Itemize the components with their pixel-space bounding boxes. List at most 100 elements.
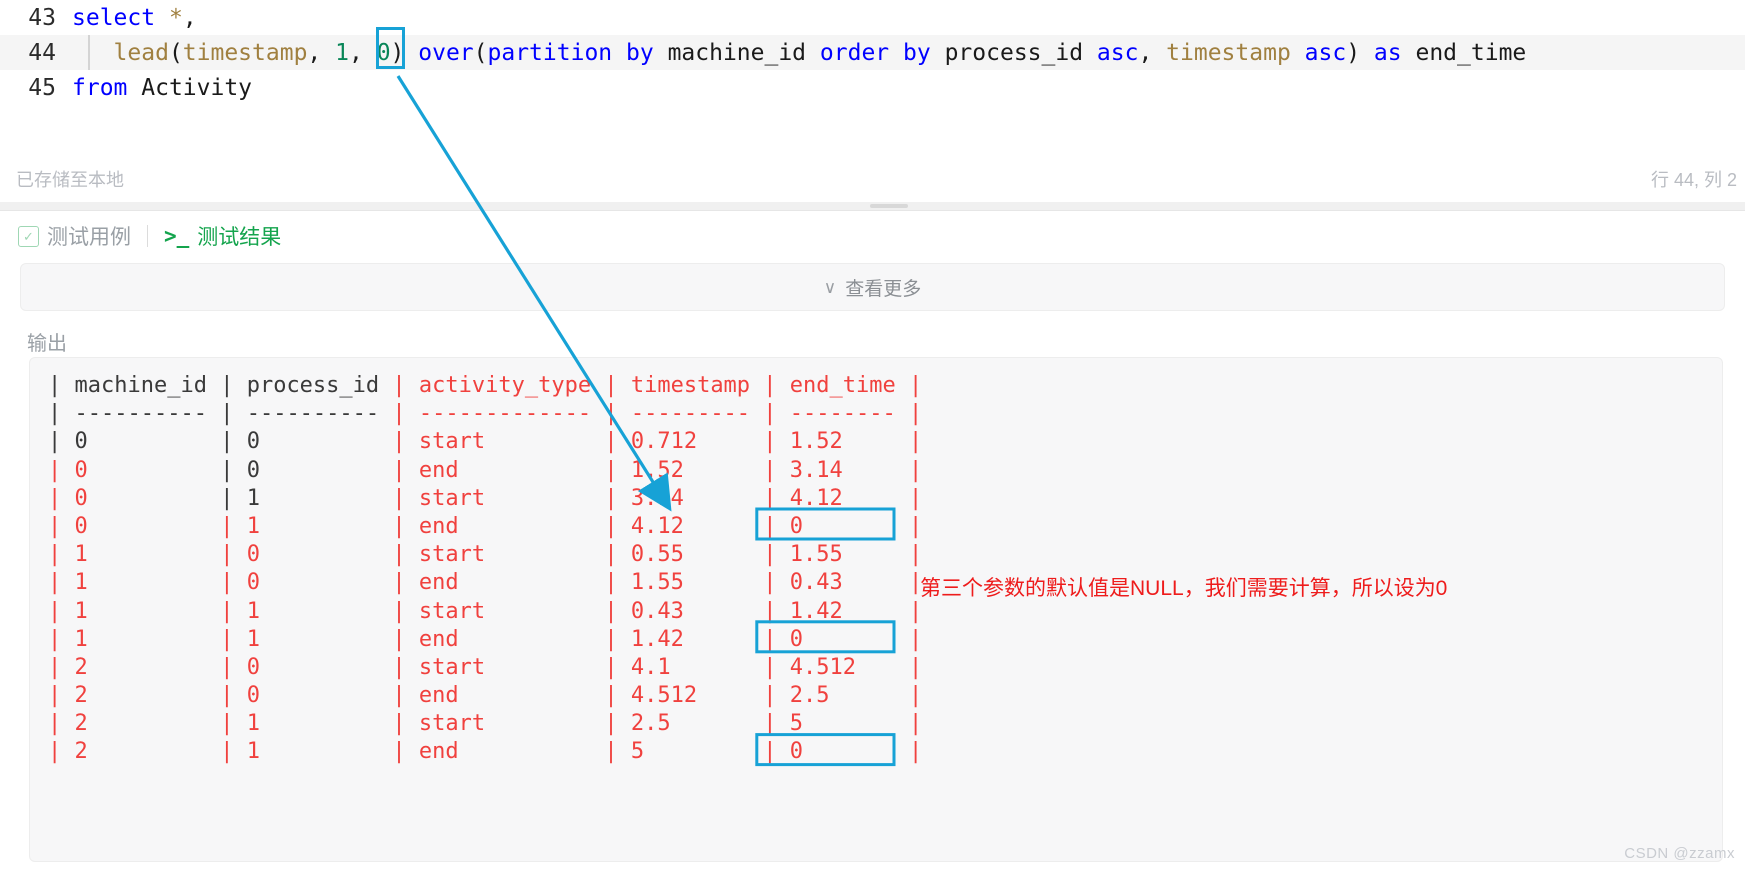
table-cell: 1.55 xyxy=(630,570,764,596)
table-cell: 2.5 xyxy=(789,683,910,709)
table-cell: 0 xyxy=(789,626,910,652)
tab-test-cases[interactable]: ✓ 测试用例 xyxy=(18,221,131,251)
table-separator-row: | ---------- | ---------- | ------------… xyxy=(48,400,922,428)
table-cell: 0 xyxy=(246,570,393,596)
code-token: partition xyxy=(487,39,613,66)
table-cell-separator: | xyxy=(909,626,923,652)
table-row: | 1 | 0 | start | 0.55 | 1.55 | xyxy=(48,541,922,569)
table-cell-separator: | xyxy=(48,626,75,652)
code-token: as xyxy=(1373,39,1402,66)
caret-position-text: 行 44, 列 2 xyxy=(1650,170,1737,190)
table-cell-separator: | xyxy=(604,626,631,652)
table-cell-separator: | xyxy=(763,626,790,652)
code-token: timestamp xyxy=(1166,39,1291,66)
table-cell: end xyxy=(418,683,605,709)
table-cell: ---------- xyxy=(74,401,221,427)
table-row: | 2 | 1 | start | 2.5 | 5 | xyxy=(48,710,922,738)
table-row: | 0 | 1 | end | 4.12 | 0 | xyxy=(48,513,922,541)
table-cell: 4.12 xyxy=(630,513,764,539)
table-cell: end_time xyxy=(789,373,910,398)
table-cell: 2 xyxy=(74,654,221,680)
table-cell-separator: | xyxy=(604,711,631,737)
output-ascii-table: | machine_id | process_id | activity_typ… xyxy=(48,372,922,767)
table-cell-separator: | xyxy=(909,457,923,483)
checkbox-icon: ✓ xyxy=(18,225,39,247)
table-cell-separator: | xyxy=(909,513,923,539)
table-cell-separator: | xyxy=(392,513,419,539)
code-token: process_id xyxy=(944,39,1084,66)
table-cell: 1 xyxy=(74,598,221,624)
table-cell-separator: | xyxy=(604,485,631,511)
table-cell-separator: | xyxy=(392,711,419,737)
table-cell-separator: | xyxy=(763,711,790,737)
code-token: , xyxy=(348,39,377,66)
tab-test-results[interactable]: >_ 测试结果 xyxy=(164,221,281,251)
table-cell-separator: | xyxy=(220,513,247,539)
table-cell-separator: | xyxy=(763,598,790,624)
table-cell: 2.5 xyxy=(630,711,764,737)
table-cell: 0.43 xyxy=(789,570,910,596)
code-token: ( xyxy=(473,39,488,66)
table-cell: 4.512 xyxy=(789,654,910,680)
table-cell-separator: | xyxy=(604,683,631,709)
code-line-43[interactable]: 43 select *, xyxy=(0,0,1745,35)
table-cell-separator: | xyxy=(604,654,631,680)
output-result-card: | machine_id | process_id | activity_typ… xyxy=(29,357,1723,862)
table-cell-separator: | xyxy=(220,429,247,455)
table-cell-separator: | xyxy=(220,711,247,737)
table-cell-separator: | xyxy=(392,429,419,455)
table-cell: 3.14 xyxy=(789,457,910,483)
table-cell: 1 xyxy=(74,542,221,568)
table-cell-separator: | xyxy=(48,654,75,680)
table-cell: start xyxy=(418,598,605,624)
tab-test-results-label: 测试结果 xyxy=(197,226,282,249)
table-cell: 5 xyxy=(789,711,910,737)
table-cell: 0 xyxy=(789,739,910,765)
table-cell: 0 xyxy=(246,542,393,568)
line-number: 43 xyxy=(28,4,56,31)
table-cell: 0 xyxy=(789,513,910,539)
table-cell-separator: | xyxy=(909,654,923,680)
table-cell-separator: | xyxy=(763,683,790,709)
table-cell-separator: | xyxy=(392,654,419,680)
table-cell: end xyxy=(418,457,605,483)
table-cell-separator: | xyxy=(220,739,247,765)
code-token: Activity xyxy=(141,74,253,101)
code-token: over xyxy=(418,39,474,66)
table-cell-separator: | xyxy=(220,598,247,624)
table-cell-separator: | xyxy=(763,654,790,680)
table-cell: 3.14 xyxy=(630,485,764,511)
table-cell: 4.512 xyxy=(630,683,764,709)
table-cell-separator: | xyxy=(909,683,923,709)
code-token: * xyxy=(168,4,183,31)
table-cell: 0 xyxy=(74,485,221,511)
line-number: 45 xyxy=(28,74,56,101)
table-cell: ------------- xyxy=(418,401,605,427)
table-cell: end xyxy=(418,739,605,765)
code-line-44[interactable]: 44 lead(timestamp, 1, 0) over(partition … xyxy=(0,35,1745,70)
panel-drag-handle[interactable] xyxy=(870,204,908,208)
table-cell-separator: | xyxy=(392,485,419,511)
table-cell: machine_id xyxy=(74,373,221,398)
table-cell-separator: | xyxy=(909,401,923,427)
tab-test-cases-label: 测试用例 xyxy=(47,226,131,249)
view-more-button[interactable]: ∨ 查看更多 xyxy=(20,263,1725,311)
output-section-label: 输出 xyxy=(27,333,67,355)
table-row: | 0 | 0 | end | 1.52 | 3.14 | xyxy=(48,457,922,485)
code-line-content-43: select *, xyxy=(72,5,197,31)
table-cell-separator: | xyxy=(48,683,75,709)
code-line-45[interactable]: 45 from Activity xyxy=(0,70,1745,105)
table-cell: 1 xyxy=(246,485,393,511)
code-editor[interactable]: 43 select *, 44 lead(timestamp, 1, 0) ov… xyxy=(0,0,1745,152)
table-cell: timestamp xyxy=(630,373,764,398)
code-token: by xyxy=(626,39,654,66)
table-cell-separator: | xyxy=(763,570,790,596)
table-cell: 1.52 xyxy=(630,457,764,483)
table-cell-separator: | xyxy=(763,513,790,539)
table-cell: ---------- xyxy=(246,401,393,427)
